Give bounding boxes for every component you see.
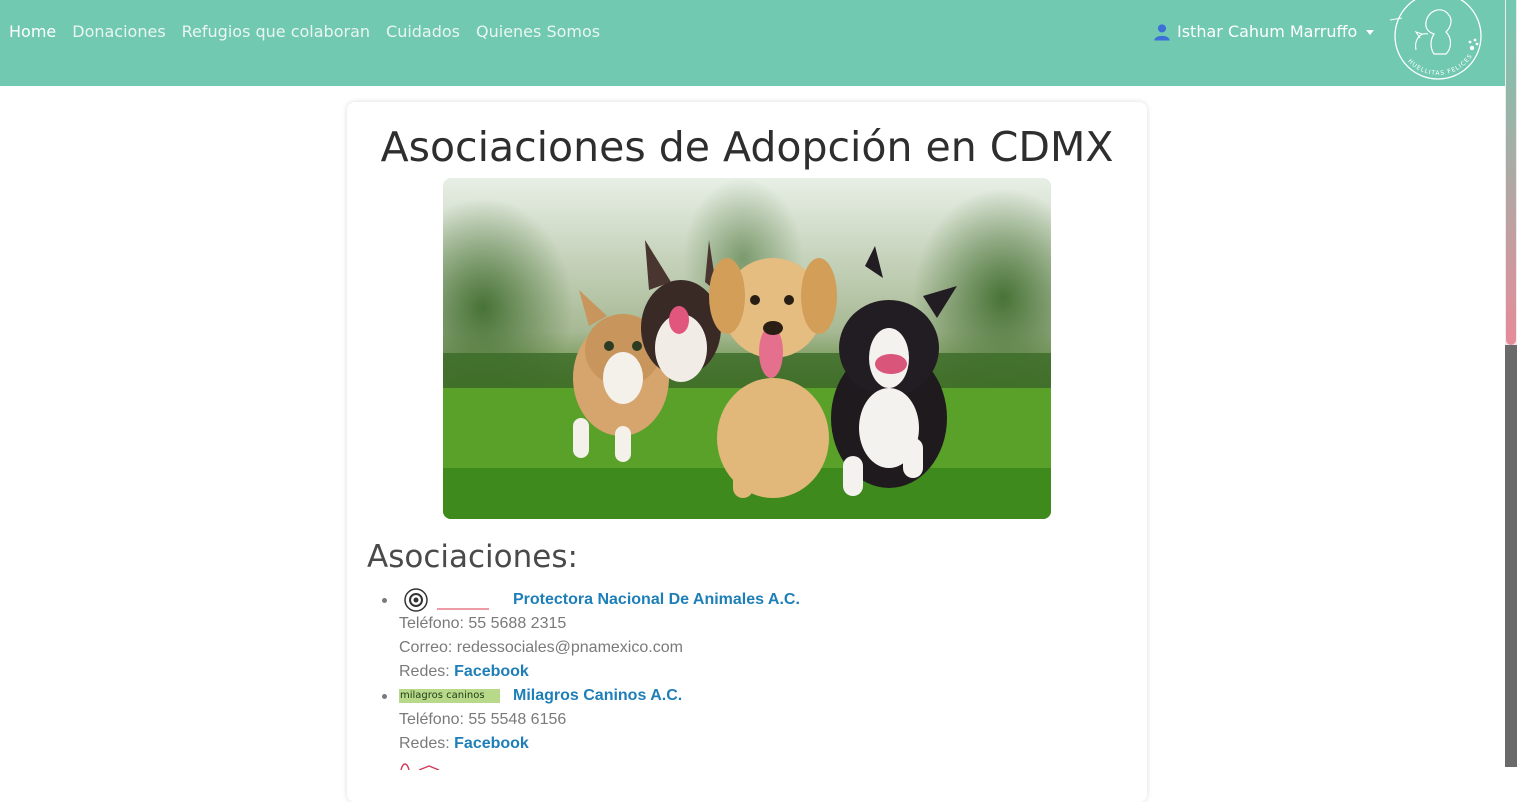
association-phone: Teléfono: 55 5688 2315 xyxy=(399,615,567,632)
next-logo-peek-icon xyxy=(400,763,440,770)
scrollbar[interactable] xyxy=(1505,0,1517,767)
bullet xyxy=(382,694,387,699)
protectora-logo-icon xyxy=(404,588,489,612)
nav-refugios[interactable]: Refugios que colaboran xyxy=(182,21,370,43)
user-icon xyxy=(1154,24,1170,41)
association-name-link[interactable]: Protectora Nacional De Animales A.C. xyxy=(513,588,800,612)
association-email: Correo: redessociales@pnamexico.com xyxy=(399,639,683,656)
list-item: milagros caninos Milagros Caninos A.C. T… xyxy=(367,684,1127,756)
list-item: Protectora Nacional De Animales A.C. Tel… xyxy=(367,588,1127,684)
association-name-link[interactable]: Milagros Caninos A.C. xyxy=(513,684,682,708)
nav-quienes-somos[interactable]: Quienes Somos xyxy=(476,21,600,43)
nav-links: Home Donaciones Refugios que colaboran C… xyxy=(9,21,616,43)
scrollbar-track xyxy=(1505,345,1517,767)
user-name: Isthar Cahum Marruffo xyxy=(1177,22,1358,41)
top-navbar: Home Donaciones Refugios que colaboran C… xyxy=(0,0,1505,86)
milagros-caninos-logo: milagros caninos xyxy=(399,689,500,703)
socials-label: Redes: xyxy=(399,663,455,680)
association-socials: Redes: Facebook xyxy=(399,660,1127,684)
associations-list: Protectora Nacional De Animales A.C. Tel… xyxy=(367,588,1127,756)
socials-label: Redes: xyxy=(399,735,455,752)
hero-pets-image xyxy=(443,178,1051,519)
user-dropdown[interactable]: Isthar Cahum Marruffo xyxy=(1153,21,1375,43)
association-phone: Teléfono: 55 5548 6156 xyxy=(399,711,567,728)
page-title: Asociaciones de Adopción en CDMX xyxy=(380,123,1114,171)
chevron-down-icon xyxy=(1366,29,1375,35)
nav-donaciones[interactable]: Donaciones xyxy=(72,21,165,43)
bullet xyxy=(382,598,387,603)
huellitas-logo[interactable]: HUELLITAS FELICES xyxy=(1386,0,1486,84)
nav-home[interactable]: Home xyxy=(9,21,56,43)
associations-heading: Asociaciones: xyxy=(367,539,578,575)
main-card: Asociaciones de Adopción en CDMX Asociac… xyxy=(347,102,1147,802)
facebook-link[interactable]: Facebook xyxy=(454,735,529,752)
scrollbar-thumb[interactable] xyxy=(1506,0,1516,345)
association-socials: Redes: Facebook xyxy=(399,732,1127,756)
milagros-logo-text: milagros caninos xyxy=(400,690,485,701)
facebook-link[interactable]: Facebook xyxy=(454,663,529,680)
nav-cuidados[interactable]: Cuidados xyxy=(386,21,460,43)
